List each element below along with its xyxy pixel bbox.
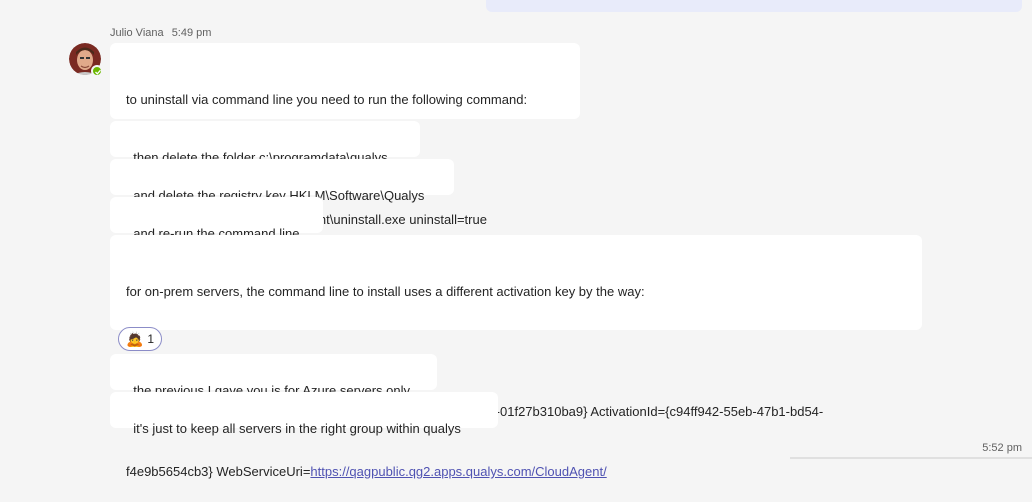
chat-message[interactable]: and delete the registry key HKLM\Softwar… xyxy=(110,159,454,203)
next-message-timestamp: 5:52 pm xyxy=(982,442,1022,454)
reaction-count: 1 xyxy=(147,332,155,346)
message-header: Julio Viana 5:49 pm xyxy=(110,27,211,39)
presence-available-icon xyxy=(91,65,103,77)
reaction-pill[interactable]: 🙇 1 xyxy=(118,327,162,351)
chat-message[interactable]: the previous I gave you is for Azure ser… xyxy=(110,354,437,398)
chat-message[interactable]: then delete the folder c:\programdata\qu… xyxy=(110,121,420,165)
bow-emoji-icon: 🙇 xyxy=(125,331,144,347)
previous-message-bubble[interactable] xyxy=(486,0,1022,12)
message-timestamp: 5:49 pm xyxy=(171,27,212,39)
avatar[interactable] xyxy=(69,43,103,77)
chat-message[interactable]: for on-prem servers, the command line to… xyxy=(110,235,922,479)
message-text: it's just to keep all servers in the rig… xyxy=(133,421,461,436)
chat-message[interactable]: to uninstall via command line you need t… xyxy=(110,43,580,227)
message-text-line: f4e9b5654cb3} WebServiceUri=https://qagp… xyxy=(126,462,906,482)
chat-message[interactable]: it's just to keep all servers in the rig… xyxy=(110,392,498,436)
message-text: for on-prem servers, the command line to… xyxy=(126,284,645,299)
chat-message[interactable]: and re-run the command line xyxy=(110,197,323,241)
sender-name: Julio Viana xyxy=(110,27,164,39)
cloud-agent-link[interactable]: https://qagpublic.qg2.apps.qualys.com/Cl… xyxy=(310,464,606,479)
message-text: to uninstall via command line you need t… xyxy=(126,92,528,107)
message-text: f4e9b5654cb3} WebServiceUri= xyxy=(126,464,311,479)
